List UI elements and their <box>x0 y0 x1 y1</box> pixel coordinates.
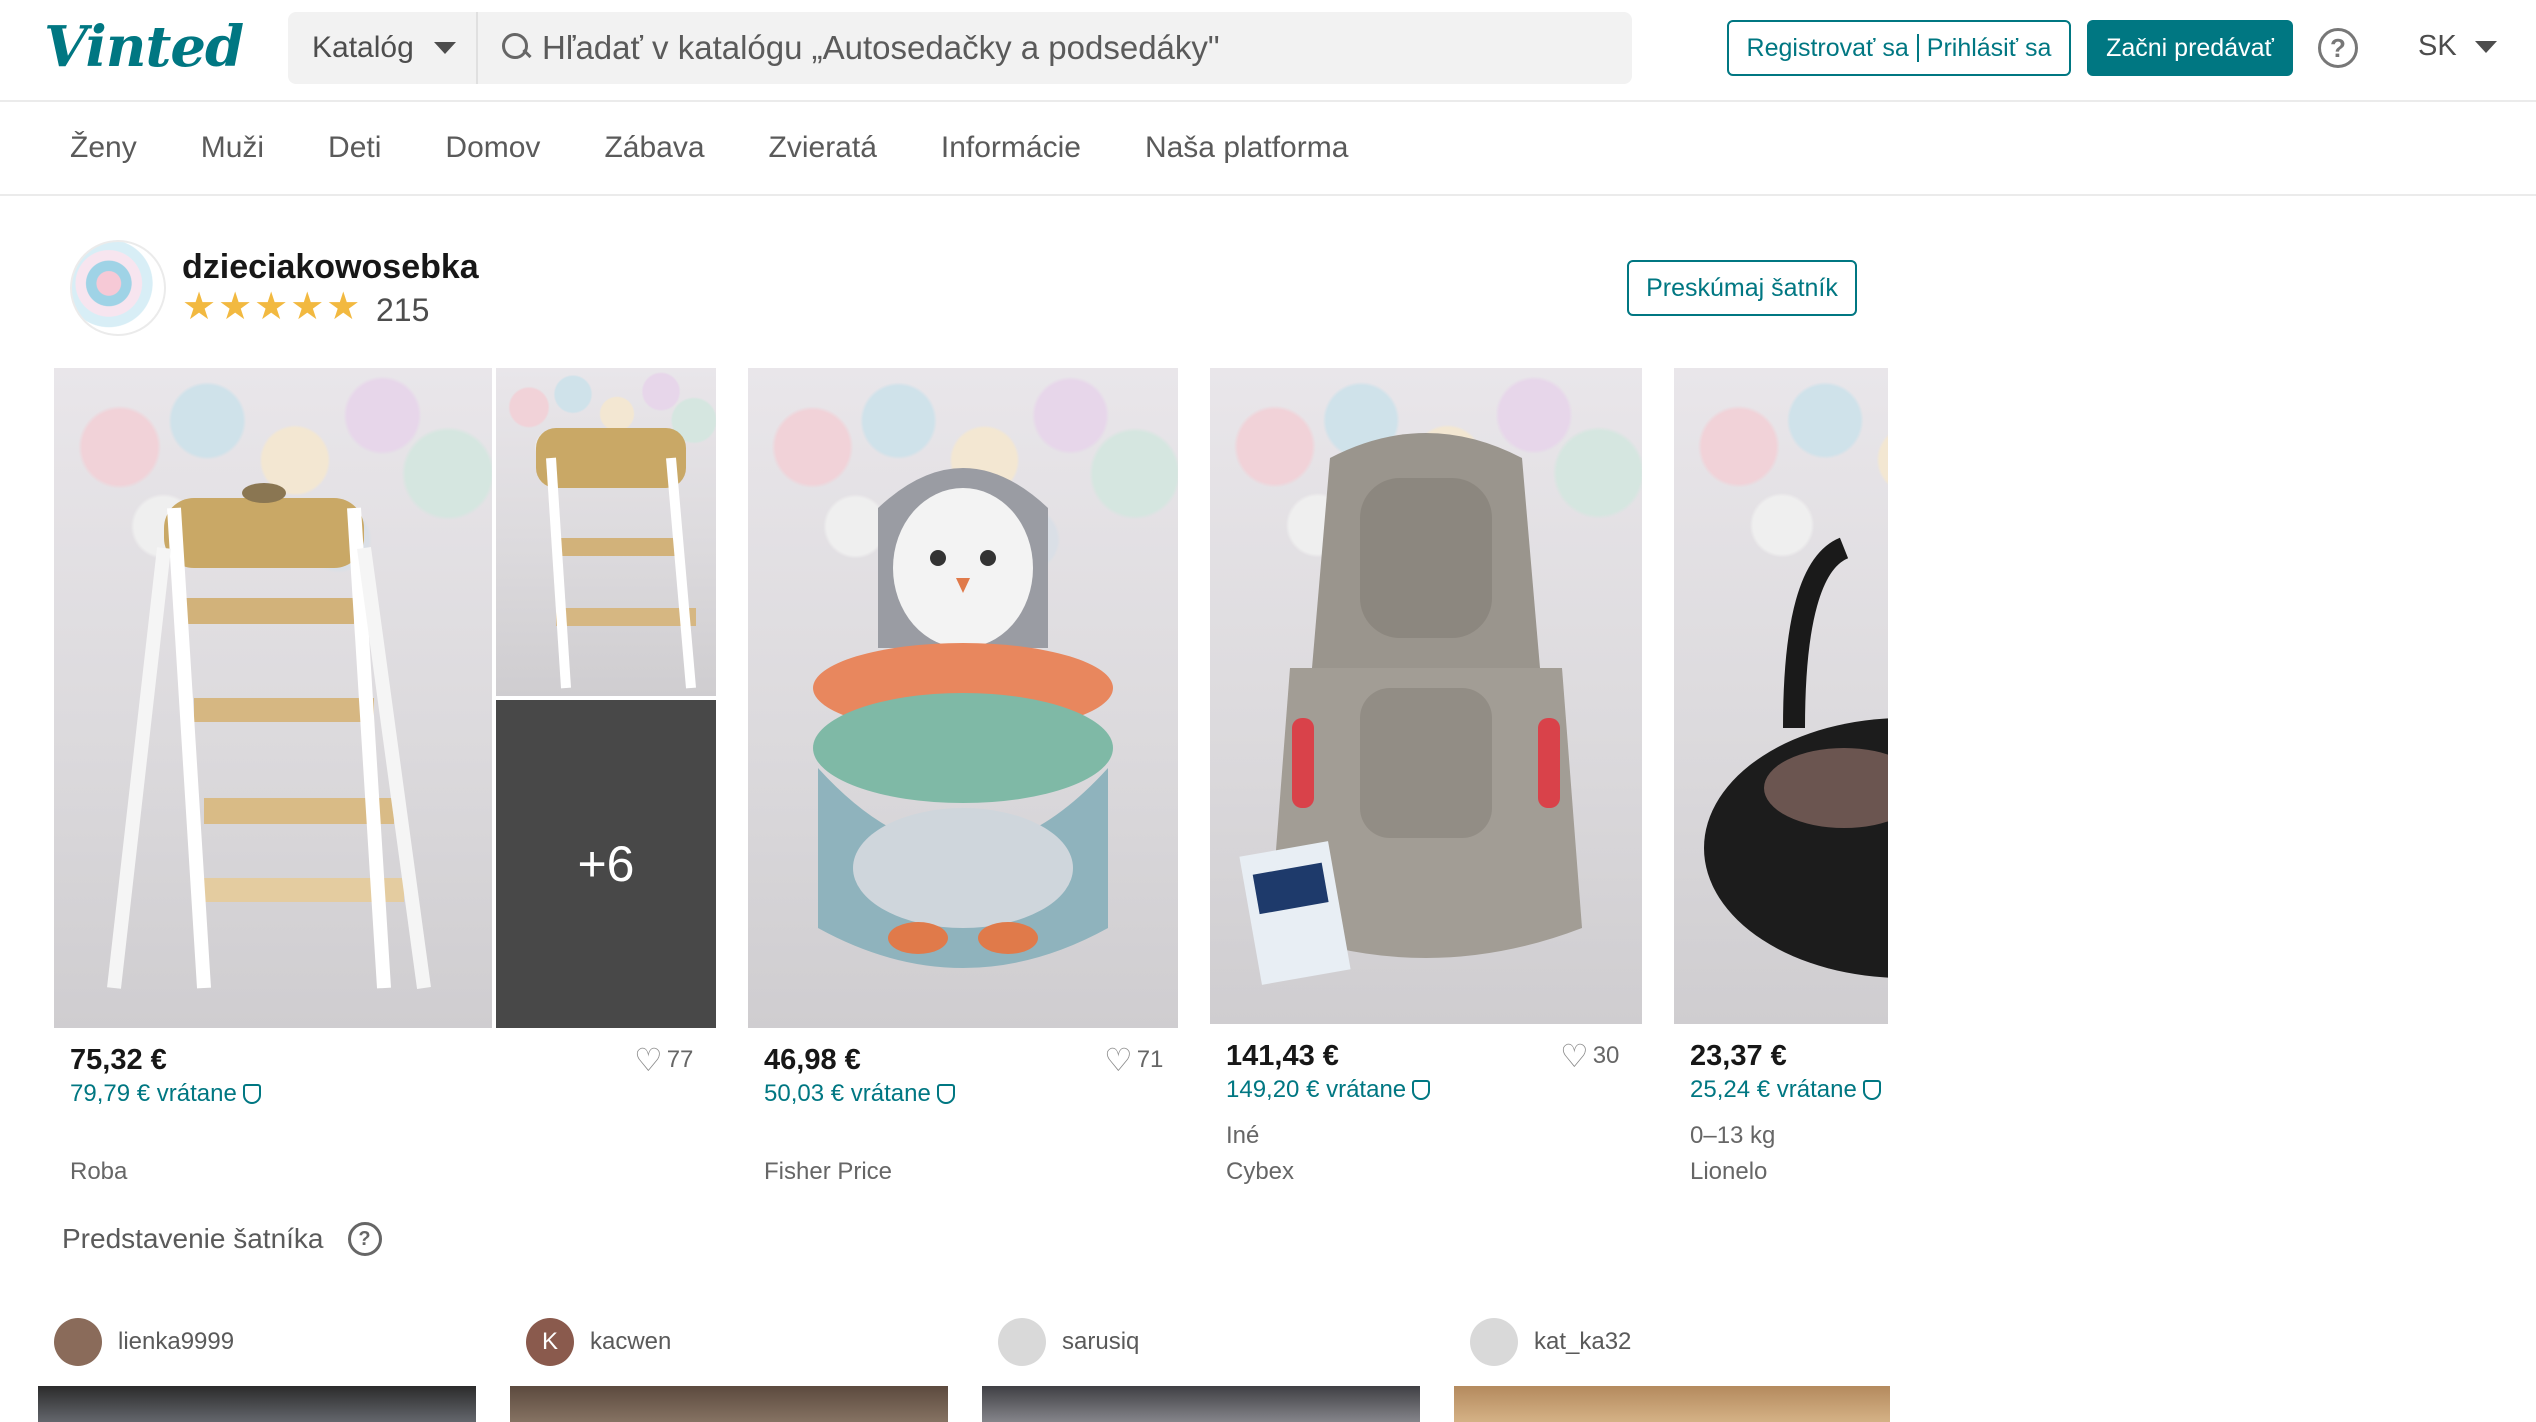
shield-icon <box>936 1084 955 1104</box>
item-photo[interactable] <box>1210 368 1642 1024</box>
wardrobe-showcase-title: Predstavenie šatníka ? <box>62 1222 382 1256</box>
category-nav: Ženy Muži Deti Domov Zábava Zvieratá Inf… <box>0 102 2536 196</box>
favorite-button[interactable]: ♡ 71 <box>1104 1044 1163 1076</box>
user-name[interactable]: kat_ka32 <box>1534 1328 1631 1356</box>
user-item-thumb[interactable] <box>38 1386 476 1422</box>
item-price-incl: 50,03 € vrátane <box>764 1080 955 1108</box>
auth-button[interactable]: Registrovať sa Prihlásiť sa <box>1727 20 2071 76</box>
item-price: 23,37 € <box>1690 1040 1787 1072</box>
item-size: 0–13 kg <box>1690 1122 1776 1149</box>
item-size: Iné <box>1226 1122 1260 1149</box>
catalog-dropdown[interactable]: Katalóg <box>288 12 478 84</box>
question-circle-icon[interactable]: ? <box>347 1222 382 1256</box>
user-name[interactable]: lienka9999 <box>118 1328 234 1356</box>
item-brand: Cybex <box>1226 1158 1295 1185</box>
user-avatar[interactable]: K <box>526 1318 574 1366</box>
favorite-count: 30 <box>1592 1042 1620 1069</box>
item-photo[interactable] <box>1674 368 1888 1024</box>
heart-icon: ♡ <box>634 1042 663 1078</box>
user-avatar[interactable] <box>54 1318 102 1366</box>
item-price-incl: 79,79 € vrátane <box>70 1080 261 1108</box>
search-bar: Katalóg <box>288 12 1632 84</box>
item-price: 46,98 € <box>764 1044 861 1076</box>
item-main-photo[interactable] <box>54 368 492 1028</box>
item-photo[interactable] <box>748 368 1178 1028</box>
nav-item-zeny[interactable]: Ženy <box>70 131 137 165</box>
item-price-incl: 149,20 € vrátane <box>1226 1076 1431 1104</box>
nav-item-zabava[interactable]: Zábava <box>604 131 704 165</box>
heart-icon: ♡ <box>1560 1038 1589 1074</box>
register-link[interactable]: Registrovať sa <box>1747 34 1909 63</box>
item-price: 75,32 € <box>70 1044 167 1076</box>
nav-item-zvierata[interactable]: Zvieratá <box>769 131 877 165</box>
user-item-thumb[interactable] <box>982 1386 1420 1422</box>
nav-item-domov[interactable]: Domov <box>445 131 540 165</box>
shield-icon <box>1412 1080 1431 1100</box>
user-item-thumb[interactable] <box>510 1386 948 1422</box>
user-item-thumb[interactable] <box>1454 1386 1890 1422</box>
nav-item-nasa-platforma[interactable]: Naša platforma <box>1145 131 1348 165</box>
highchair-illustration <box>107 483 431 989</box>
catalog-label: Katalóg <box>312 31 414 64</box>
more-photos-overlay[interactable]: +6 <box>496 700 716 1028</box>
login-link[interactable]: Prihlásiť sa <box>1927 34 2052 63</box>
item-brand: Lionelo <box>1690 1158 1768 1185</box>
review-count: 215 <box>376 292 430 328</box>
language-selector[interactable]: SK <box>2418 30 2497 63</box>
showcase-title-text: Predstavenie šatníka <box>62 1223 324 1254</box>
item-price: 141,43 € <box>1226 1040 1339 1072</box>
search-input[interactable] <box>542 29 1622 67</box>
user-avatar[interactable] <box>998 1318 1046 1366</box>
favorite-count: 77 <box>666 1046 694 1073</box>
nav-item-deti[interactable]: Deti <box>328 131 381 165</box>
rating-stars: ★★★★★ <box>182 286 363 328</box>
item-brand: Fisher Price <box>764 1158 893 1185</box>
search-icon <box>500 31 534 65</box>
chevron-down-icon <box>433 42 456 54</box>
car-seat-illustration <box>1239 433 1582 985</box>
shield-icon <box>1862 1080 1881 1100</box>
price-incl-text: 79,79 € vrátane <box>70 1080 237 1107</box>
chevron-down-icon <box>2474 40 2497 53</box>
price-incl-text: 25,24 € vrátane <box>1690 1076 1857 1103</box>
favorite-button[interactable]: ♡ 77 <box>634 1044 693 1076</box>
start-selling-button[interactable]: Začni predávať <box>2087 20 2293 76</box>
price-incl-text: 149,20 € vrátane <box>1226 1076 1407 1103</box>
item-price-incl: 25,24 € vrátane <box>1690 1076 1881 1104</box>
auth-divider <box>1916 34 1919 62</box>
user-name[interactable]: sarusiq <box>1062 1328 1139 1356</box>
infant-carrier-illustration <box>1704 537 1888 978</box>
question-circle-icon[interactable]: ? <box>2318 28 2358 68</box>
seller-name[interactable]: dzieciakowosebka <box>182 248 479 287</box>
favorite-count: 71 <box>1136 1046 1164 1073</box>
highchair-thumb <box>536 428 696 689</box>
top-header: Vinted Katalóg Registrovať sa Prihlásiť … <box>0 0 2536 102</box>
seller-header: dzieciakowosebka ★★★★★ 215 Preskúmaj šat… <box>70 240 1860 340</box>
user-avatar[interactable] <box>1470 1318 1518 1366</box>
language-label: SK <box>2418 30 2457 62</box>
explore-wardrobe-button[interactable]: Preskúmaj šatník <box>1627 260 1857 316</box>
nav-item-muzi[interactable]: Muži <box>201 131 264 165</box>
vinted-logo[interactable]: Vinted <box>44 14 244 80</box>
items-carousel: +6 75,32 € 79,79 € vrátane ♡ 77 Roba 46,… <box>54 368 1888 1198</box>
baby-seat-illustration <box>813 468 1113 968</box>
favorite-button[interactable]: ♡ 30 <box>1560 1040 1619 1072</box>
nav-item-informacie[interactable]: Informácie <box>941 131 1081 165</box>
showcase-users: lienka9999 K kacwen sarusiq kat_ka32 <box>38 1318 1890 1422</box>
seller-avatar[interactable] <box>70 240 166 336</box>
shield-icon <box>242 1084 261 1104</box>
more-photos-count: +6 <box>577 836 635 892</box>
item-thumb-photo[interactable] <box>496 368 716 696</box>
item-brand: Roba <box>70 1158 128 1185</box>
user-name[interactable]: kacwen <box>590 1328 671 1356</box>
price-incl-text: 50,03 € vrátane <box>764 1080 931 1107</box>
heart-icon: ♡ <box>1104 1042 1133 1078</box>
